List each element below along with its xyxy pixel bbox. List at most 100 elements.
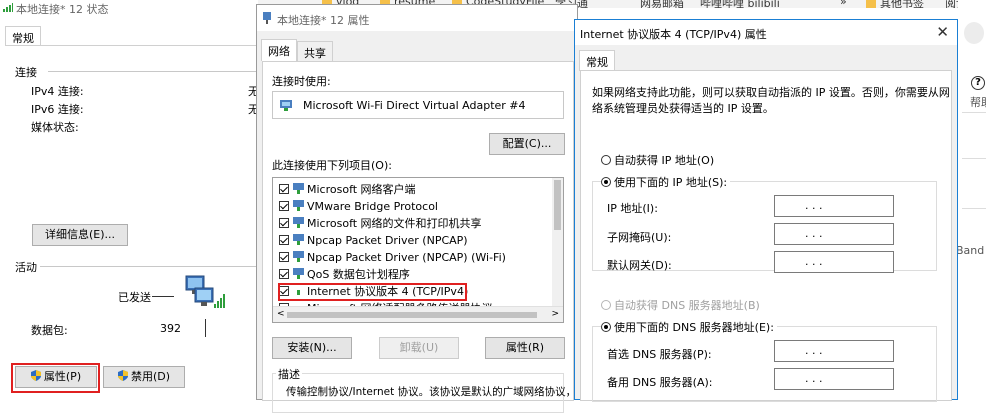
components-list[interactable]: Microsoft 网络客户端 VMware Bridge Protocol M… bbox=[272, 177, 564, 323]
details-button[interactable]: 详细信息(E)... bbox=[32, 224, 128, 246]
ip-address-label: IP 地址(I): bbox=[607, 202, 658, 215]
list-item[interactable]: VMware Bridge Protocol bbox=[279, 198, 438, 215]
network-component-icon bbox=[293, 183, 304, 194]
preferred-dns-input[interactable]: . . . bbox=[774, 340, 894, 362]
uac-shield-icon bbox=[117, 370, 128, 381]
ip-address-input[interactable]: . . . bbox=[774, 195, 894, 217]
activity-divider bbox=[205, 319, 206, 337]
highlight-box bbox=[11, 363, 100, 393]
tab-panel-border bbox=[5, 45, 258, 46]
subnet-mask-input[interactable]: . . . bbox=[774, 223, 894, 245]
activity-group-label: 活动 bbox=[15, 261, 37, 274]
network-component-icon bbox=[293, 251, 304, 262]
description-label: 描述 bbox=[276, 366, 302, 382]
preferred-dns-label: 首选 DNS 服务器(P): bbox=[607, 348, 712, 361]
tab-general[interactable]: 常规 bbox=[579, 50, 615, 71]
intro-text-line2: 络系统管理员处获得适当的 IP 设置。 bbox=[592, 102, 774, 115]
bookmark-other[interactable]: 其他书签 bbox=[866, 0, 924, 8]
manual-dns-radio[interactable]: 使用下面的 DNS 服务器地址(E): bbox=[601, 319, 777, 335]
radio-button[interactable] bbox=[601, 177, 611, 187]
description-text: 传输控制协议/Internet 协议。该协议是默认的广域网络协议，用 bbox=[286, 386, 587, 398]
close-icon[interactable]: ✕ bbox=[936, 23, 949, 41]
items-label: 此连接使用下列项目(O): bbox=[272, 159, 392, 172]
group-divider bbox=[40, 266, 258, 267]
ipv6-label: IPv6 连接: bbox=[31, 103, 84, 116]
divider bbox=[962, 158, 986, 159]
list-item[interactable]: QoS 数据包计划程序 bbox=[279, 266, 410, 283]
checkbox[interactable] bbox=[279, 218, 289, 228]
bookmark-mail[interactable]: 网易邮箱 bbox=[640, 0, 684, 8]
scroll-right-icon[interactable]: > bbox=[551, 309, 559, 319]
network-component-icon bbox=[293, 200, 304, 211]
scrollbar-thumb[interactable] bbox=[287, 312, 537, 318]
gateway-input[interactable]: . . . bbox=[774, 251, 894, 273]
radio-button[interactable] bbox=[601, 322, 611, 332]
tab-network[interactable]: 网络 bbox=[261, 39, 297, 61]
bookmark-more[interactable]: » bbox=[840, 0, 847, 8]
checkbox[interactable] bbox=[279, 184, 289, 194]
tab-general[interactable]: 常规 bbox=[5, 26, 41, 46]
install-button[interactable]: 安装(N)... bbox=[272, 337, 352, 359]
list-item[interactable]: Microsoft 网络客户端 bbox=[279, 181, 416, 198]
network-component-icon bbox=[293, 217, 304, 228]
media-status-label: 媒体状态: bbox=[31, 121, 79, 134]
ipv4-window-title: Internet 协议版本 4 (TCP/IPv4) 属性 bbox=[580, 28, 767, 41]
highlight-box bbox=[278, 283, 467, 301]
list-item[interactable]: Npcap Packet Driver (NPCAP) bbox=[279, 232, 468, 249]
radio-button[interactable] bbox=[601, 155, 611, 165]
connect-using-label: 连接时使用: bbox=[272, 75, 331, 88]
subnet-mask-label: 子网掩码(U): bbox=[607, 231, 672, 244]
radio-button[interactable] bbox=[601, 300, 611, 310]
tab-sharing[interactable]: 共享 bbox=[297, 41, 333, 61]
packets-sent-value: 392 bbox=[160, 322, 181, 335]
group-divider bbox=[48, 71, 258, 72]
auto-dns-radio[interactable]: 自动获得 DNS 服务器地址(B) bbox=[601, 297, 760, 313]
help-text: 帮助 bbox=[970, 96, 986, 109]
scroll-left-icon[interactable]: < bbox=[277, 309, 285, 319]
auto-ip-radio[interactable]: 自动获得 IP 地址(O) bbox=[601, 152, 714, 168]
uninstall-button[interactable]: 卸载(U) bbox=[379, 337, 459, 359]
configure-button[interactable]: 配置(C)... bbox=[489, 133, 565, 155]
signal-icon bbox=[3, 3, 13, 12]
manual-ip-radio[interactable]: 使用下面的 IP 地址(S): bbox=[601, 174, 731, 190]
checkbox[interactable] bbox=[279, 201, 289, 211]
adapter-name-box: Microsoft Wi-Fi Direct Virtual Adapter #… bbox=[272, 91, 564, 119]
vertical-scrollbar[interactable] bbox=[552, 178, 563, 306]
sent-label: 已发送 bbox=[118, 291, 151, 304]
checkbox[interactable] bbox=[279, 235, 289, 245]
ipv4-properties-window: Internet 协议版本 4 (TCP/IPv4) 属性 ✕ 常规 如果网络支… bbox=[574, 19, 958, 402]
network-adapter-icon bbox=[280, 100, 292, 111]
network-computers-icon bbox=[185, 275, 225, 308]
disable-button[interactable]: 禁用(D) bbox=[103, 366, 185, 388]
connection-group-label: 连接 bbox=[15, 66, 37, 79]
status-window-titlebar[interactable]: 本地连接* 12 状态 bbox=[0, 0, 258, 16]
help-icon[interactable]: ? bbox=[971, 76, 985, 90]
gateway-label: 默认网关(D): bbox=[607, 259, 672, 272]
divider bbox=[962, 208, 986, 209]
list-item[interactable]: Microsoft 网络的文件和打印机共享 bbox=[279, 215, 482, 232]
avatar bbox=[964, 22, 984, 44]
dns-group bbox=[592, 326, 937, 402]
adapter-properties-window: 本地连接* 12 属性 网络 共享 连接时使用: Microsoft Wi-Fi… bbox=[256, 4, 587, 413]
status-window-title: 本地连接* 12 状态 bbox=[16, 3, 109, 16]
scrollbar-thumb[interactable] bbox=[554, 180, 561, 230]
adapter-name: Microsoft Wi-Fi Direct Virtual Adapter #… bbox=[303, 99, 526, 112]
ipv4-label: IPv4 连接: bbox=[31, 85, 84, 98]
list-item[interactable]: Npcap Packet Driver (NPCAP) (Wi-Fi) bbox=[279, 249, 506, 266]
intro-text-line1: 如果网络支持此功能，则可以获取自动指派的 IP 设置。否则，你需要从网 bbox=[592, 86, 950, 99]
divider bbox=[962, 112, 986, 113]
item-properties-button[interactable]: 属性(R) bbox=[485, 337, 565, 359]
horizontal-scrollbar[interactable]: < > bbox=[273, 306, 563, 322]
status-window: 本地连接* 12 状态 常规 连接 IPv4 连接: 无 IPv6 连接: 无 … bbox=[0, 0, 259, 400]
alternate-dns-label: 备用 DNS 服务器(A): bbox=[607, 376, 713, 389]
checkbox[interactable] bbox=[279, 252, 289, 262]
sent-line bbox=[152, 296, 174, 297]
background-browser-area: ? 帮助 Band V bbox=[956, 0, 986, 400]
ipv4-window-titlebar[interactable]: Internet 协议版本 4 (TCP/IPv4) 属性 ✕ bbox=[575, 20, 957, 45]
bookmark-bilibili[interactable]: 哔哩哔哩 bilibili bbox=[700, 0, 780, 8]
network-adapter-icon bbox=[263, 12, 271, 24]
adapter-window-titlebar[interactable]: 本地连接* 12 属性 bbox=[257, 5, 577, 31]
alternate-dns-input[interactable]: . . . bbox=[774, 368, 894, 390]
packets-label: 数据包: bbox=[31, 324, 68, 337]
checkbox[interactable] bbox=[279, 269, 289, 279]
